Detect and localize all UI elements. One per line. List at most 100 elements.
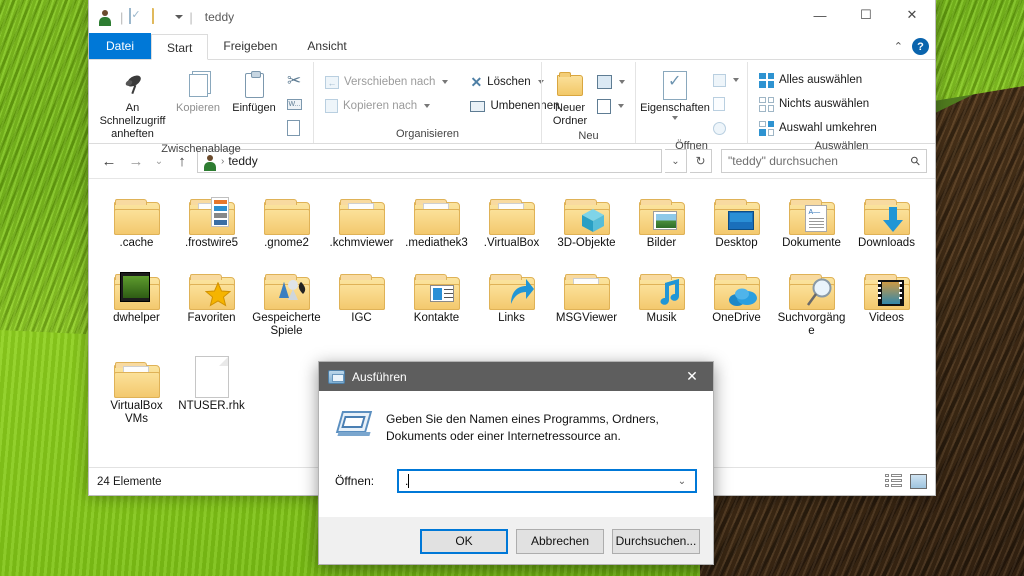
run-dialog-close-button[interactable]: ✕ (671, 362, 713, 391)
tab-datei[interactable]: Datei (89, 33, 152, 59)
run-dialog-title-bar[interactable]: Ausführen ✕ (319, 362, 713, 391)
folder-item[interactable]: .cache (99, 189, 174, 250)
folder-item[interactable]: Musik (624, 264, 699, 338)
cut-button[interactable]: ✂ (282, 68, 307, 92)
folder-item[interactable]: Downloads (849, 189, 924, 250)
properties-label: Eigenschaften (640, 102, 710, 114)
paste-shortcut-button[interactable] (282, 116, 307, 140)
file-item[interactable]: NTUSER.rhk (174, 352, 249, 426)
edit-button[interactable] (708, 92, 744, 116)
properties-button[interactable]: Eigenschaften (640, 66, 710, 122)
ok-button[interactable]: OK (420, 528, 508, 554)
delete-icon: ✕ (470, 73, 483, 90)
folder-icon (184, 264, 240, 310)
minimize-button[interactable]: — (797, 0, 843, 30)
open-with-button[interactable] (708, 68, 744, 92)
tab-start[interactable]: Start (151, 34, 209, 60)
copy-path-icon: W... (287, 98, 302, 110)
folder-item[interactable]: Gespeicherte Spiele (249, 264, 324, 338)
folder-item[interactable]: .VirtualBox (474, 189, 549, 250)
new-item-button[interactable] (592, 70, 630, 94)
folder-item[interactable]: Desktop (699, 189, 774, 250)
collapse-ribbon-icon[interactable]: ⌃ (894, 40, 903, 53)
folder-item[interactable]: A—A— Dokumente (774, 189, 849, 250)
run-open-combobox[interactable]: . ⌄ (397, 469, 697, 493)
properties-caret-icon[interactable] (672, 116, 678, 120)
folder-icon (559, 189, 615, 235)
folder-icon (259, 264, 315, 310)
window-controls[interactable]: — ☐ ✕ (797, 0, 935, 30)
ribbon-group-auswaehlen: Alles auswählen Nichts auswählen Auswahl… (747, 62, 935, 152)
pin-to-quick-access-button[interactable]: An Schnellzugriff anheften (95, 66, 170, 143)
select-none-button[interactable]: Nichts auswählen (754, 92, 882, 116)
item-label: Links (498, 312, 525, 324)
folder-item[interactable]: dwhelper (99, 264, 174, 338)
folder-item[interactable]: OneDrive (699, 264, 774, 338)
item-label: Desktop (715, 237, 758, 249)
run-open-row: Öffnen: . ⌄ (335, 469, 697, 493)
customize-quick-access-caret-icon[interactable] (175, 15, 184, 19)
folder-item[interactable]: Links (474, 264, 549, 338)
folder-item[interactable]: 3D-Objekte (549, 189, 624, 250)
large-icons-view-icon[interactable] (910, 474, 927, 489)
folder-icon (484, 264, 540, 310)
properties-icon[interactable] (129, 7, 146, 26)
copy-button[interactable]: Kopieren (170, 66, 226, 117)
details-view-icon[interactable] (885, 474, 902, 489)
select-none-icon (759, 96, 774, 112)
help-icon[interactable]: ? (912, 38, 929, 55)
folder-icon (709, 264, 765, 310)
new-folder-button[interactable]: Neuer Ordner (548, 66, 592, 130)
cancel-button[interactable]: Abbrechen (516, 528, 604, 554)
invert-selection-button[interactable]: Auswahl umkehren (754, 116, 882, 140)
new-item-caret-icon[interactable] (619, 80, 625, 84)
folder-item[interactable]: Suchvorgänge (774, 264, 849, 338)
ribbon-tab-bar[interactable]: Datei Start Freigeben Ansicht ⌃ ? (89, 33, 935, 60)
move-to-button[interactable]: ← Verschieben nach (320, 70, 453, 94)
select-all-button[interactable]: Alles auswählen (754, 68, 882, 92)
ribbon-controls[interactable]: ⌃ ? (894, 38, 929, 55)
copy-to-button[interactable]: Kopieren nach (320, 94, 453, 118)
run-dialog[interactable]: Ausführen ✕ Geben Sie den Namen eines Pr… (318, 361, 714, 565)
folder-item[interactable]: Kontakte (399, 264, 474, 338)
easy-access-button[interactable] (592, 94, 630, 118)
open-with-caret-icon[interactable] (733, 78, 739, 82)
folder-item[interactable]: .gnome2 (249, 189, 324, 250)
folder-item[interactable]: MSGViewer (549, 264, 624, 338)
user-account-icon[interactable] (97, 9, 114, 26)
move-to-caret-icon[interactable] (442, 80, 449, 84)
ribbon-group-organisieren: ← Verschieben nach Kopieren nach ✕ Lösch… (313, 62, 560, 143)
maximize-button[interactable]: ☐ (843, 0, 889, 30)
invert-selection-icon (759, 120, 774, 136)
folder-item[interactable]: IGC (324, 264, 399, 338)
folder-item[interactable]: Videos (849, 264, 924, 338)
folder-item[interactable]: Favoriten (174, 264, 249, 338)
history-button[interactable] (708, 116, 744, 140)
folder-item[interactable]: VirtualBox VMs (99, 352, 174, 426)
title-bar[interactable]: | | teddy — ☐ ✕ (89, 0, 935, 34)
folder-item[interactable]: .frostwire5 (174, 189, 249, 250)
paste-button[interactable]: Einfügen (226, 66, 282, 117)
run-open-dropdown-icon[interactable]: ⌄ (671, 476, 693, 487)
folder-icon (634, 264, 690, 310)
folder-item[interactable]: .mediathek3 (399, 189, 474, 250)
folder-item[interactable]: Bilder (624, 189, 699, 250)
new-folder-icon[interactable] (152, 7, 169, 26)
easy-access-caret-icon[interactable] (618, 104, 624, 108)
file-icon (184, 352, 240, 398)
folder-icon (409, 189, 465, 235)
ribbon[interactable]: An Schnellzugriff anheften Kopieren Einfü… (89, 60, 935, 155)
run-dialog-body: Geben Sie den Namen eines Programms, Ord… (319, 391, 713, 517)
close-button[interactable]: ✕ (889, 0, 935, 30)
tab-ansicht[interactable]: Ansicht (292, 33, 361, 59)
item-label: Downloads (858, 237, 915, 249)
quick-access-toolbar[interactable]: | | teddy (89, 7, 234, 26)
tab-freigeben[interactable]: Freigeben (208, 33, 292, 59)
run-open-input[interactable]: . (405, 474, 671, 488)
browse-button[interactable]: Durchsuchen... (612, 528, 700, 554)
item-label: Favoriten (187, 312, 236, 324)
copy-path-button[interactable]: W... (282, 92, 307, 116)
copy-to-caret-icon[interactable] (424, 104, 431, 108)
view-buttons[interactable] (885, 474, 927, 489)
folder-item[interactable]: .kchmviewer (324, 189, 399, 250)
